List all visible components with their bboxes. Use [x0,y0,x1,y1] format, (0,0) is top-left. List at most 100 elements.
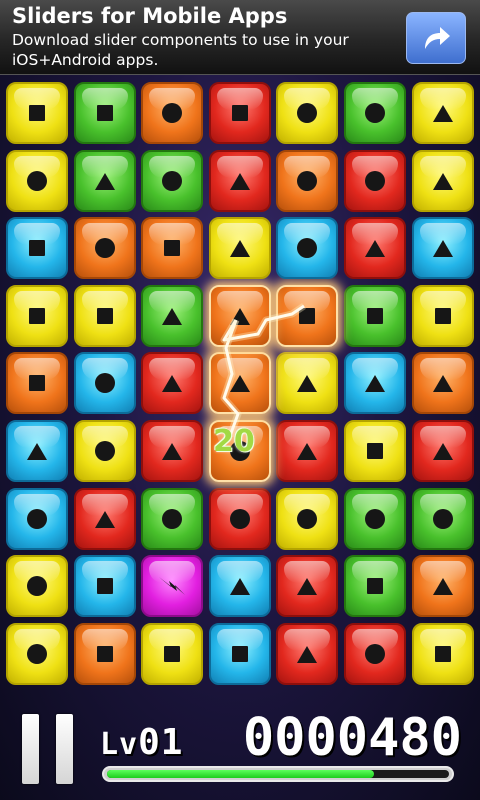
tile-yellow-triangle[interactable] [209,217,271,279]
level-prefix: Lv [100,727,139,762]
square-icon [435,308,451,324]
tile-red-triangle[interactable] [412,420,474,482]
tile-green-triangle[interactable] [141,285,203,347]
tile-green-square[interactable] [344,555,406,617]
tile-orange-triangle[interactable] [412,555,474,617]
tile-yellow-square[interactable] [74,285,136,347]
square-icon [367,443,383,459]
circle-icon [27,576,47,596]
square-icon [29,308,45,324]
tile-yellow-square[interactable] [141,623,203,685]
tile-green-circle[interactable] [141,488,203,550]
tile-green-square[interactable] [344,285,406,347]
tile-orange-square[interactable] [276,285,338,347]
triangle-icon [162,442,182,460]
tile-orange-triangle[interactable] [209,285,271,347]
square-icon [232,105,248,121]
score-display: 0000480 [242,708,462,768]
tile-red-square[interactable] [209,82,271,144]
triangle-icon [297,645,317,663]
progress-fill [107,770,374,778]
square-icon [97,646,113,662]
triangle-icon [365,239,385,257]
ad-action-button[interactable] [406,12,466,64]
tile-yellow-circle[interactable] [276,82,338,144]
tile-green-square[interactable] [74,82,136,144]
tile-blue-square[interactable] [209,623,271,685]
tile-yellow-square[interactable] [6,285,68,347]
tile-red-triangle[interactable] [276,555,338,617]
tile-yellow-triangle[interactable] [412,82,474,144]
circle-icon [433,509,453,529]
game-board[interactable]: 20 [0,78,480,693]
circle-icon [365,644,385,664]
square-icon [367,308,383,324]
pause-icon [56,714,73,784]
triangle-icon [297,577,317,595]
tile-red-triangle[interactable] [141,420,203,482]
tile-orange-square[interactable] [74,623,136,685]
circle-icon [297,171,317,191]
tile-orange-circle[interactable] [141,82,203,144]
tile-red-triangle[interactable] [209,150,271,212]
triangle-icon [433,442,453,460]
tile-blue-square[interactable] [74,555,136,617]
tile-blue-triangle[interactable] [209,555,271,617]
ad-description[interactable]: Download slider components to use in you… [12,30,392,70]
tile-orange-triangle[interactable] [209,352,271,414]
tile-yellow-square[interactable] [412,623,474,685]
circle-icon [230,509,250,529]
tile-yellow-circle[interactable] [276,488,338,550]
tile-orange-circle[interactable] [74,217,136,279]
tile-yellow-square[interactable] [344,420,406,482]
triangle-icon [365,374,385,392]
tile-yellow-square[interactable] [412,285,474,347]
tile-red-circle[interactable] [344,150,406,212]
tile-red-triangle[interactable] [344,217,406,279]
tile-blue-circle[interactable] [276,217,338,279]
triangle-icon [297,442,317,460]
ad-title[interactable]: Sliders for Mobile Apps [12,4,287,28]
square-icon [367,578,383,594]
tile-red-triangle[interactable] [74,488,136,550]
triangle-icon [230,577,250,595]
tile-blue-triangle[interactable] [412,217,474,279]
tile-green-triangle[interactable] [74,150,136,212]
tile-yellow-circle[interactable] [6,150,68,212]
ad-banner[interactable]: Sliders for Mobile Apps Download slider … [0,0,480,75]
tile-yellow-circle[interactable] [6,555,68,617]
tile-blue-square[interactable] [6,217,68,279]
tile-yellow-triangle[interactable] [412,150,474,212]
tile-blue-circle[interactable] [74,352,136,414]
tile-green-circle[interactable] [141,150,203,212]
tile-red-triangle[interactable] [276,623,338,685]
square-icon [435,646,451,662]
triangle-icon [230,239,250,257]
tile-yellow-circle[interactable] [6,623,68,685]
tile-blue-triangle[interactable] [6,420,68,482]
tile-yellow-triangle[interactable] [276,352,338,414]
square-icon [164,240,180,256]
tile-orange-square[interactable] [6,352,68,414]
triangle-icon [230,172,250,190]
tile-yellow-circle[interactable] [74,420,136,482]
tile-red-circle[interactable] [344,623,406,685]
tile-red-triangle[interactable] [141,352,203,414]
tile-blue-circle[interactable] [6,488,68,550]
tile-orange-square[interactable] [141,217,203,279]
tile-red-circle[interactable] [209,488,271,550]
triangle-icon [297,374,317,392]
tile-magenta-lightning[interactable] [141,555,203,617]
tile-orange-circle[interactable] [276,150,338,212]
tile-orange-triangle[interactable] [412,352,474,414]
tile-blue-triangle[interactable] [344,352,406,414]
triangle-icon [230,374,250,392]
triangle-icon [162,374,182,392]
tile-green-circle[interactable] [344,82,406,144]
tile-green-circle[interactable] [412,488,474,550]
tile-green-circle[interactable] [344,488,406,550]
triangle-icon [95,510,115,528]
tile-yellow-square[interactable] [6,82,68,144]
pause-button[interactable] [18,714,80,784]
tile-red-triangle[interactable] [276,420,338,482]
